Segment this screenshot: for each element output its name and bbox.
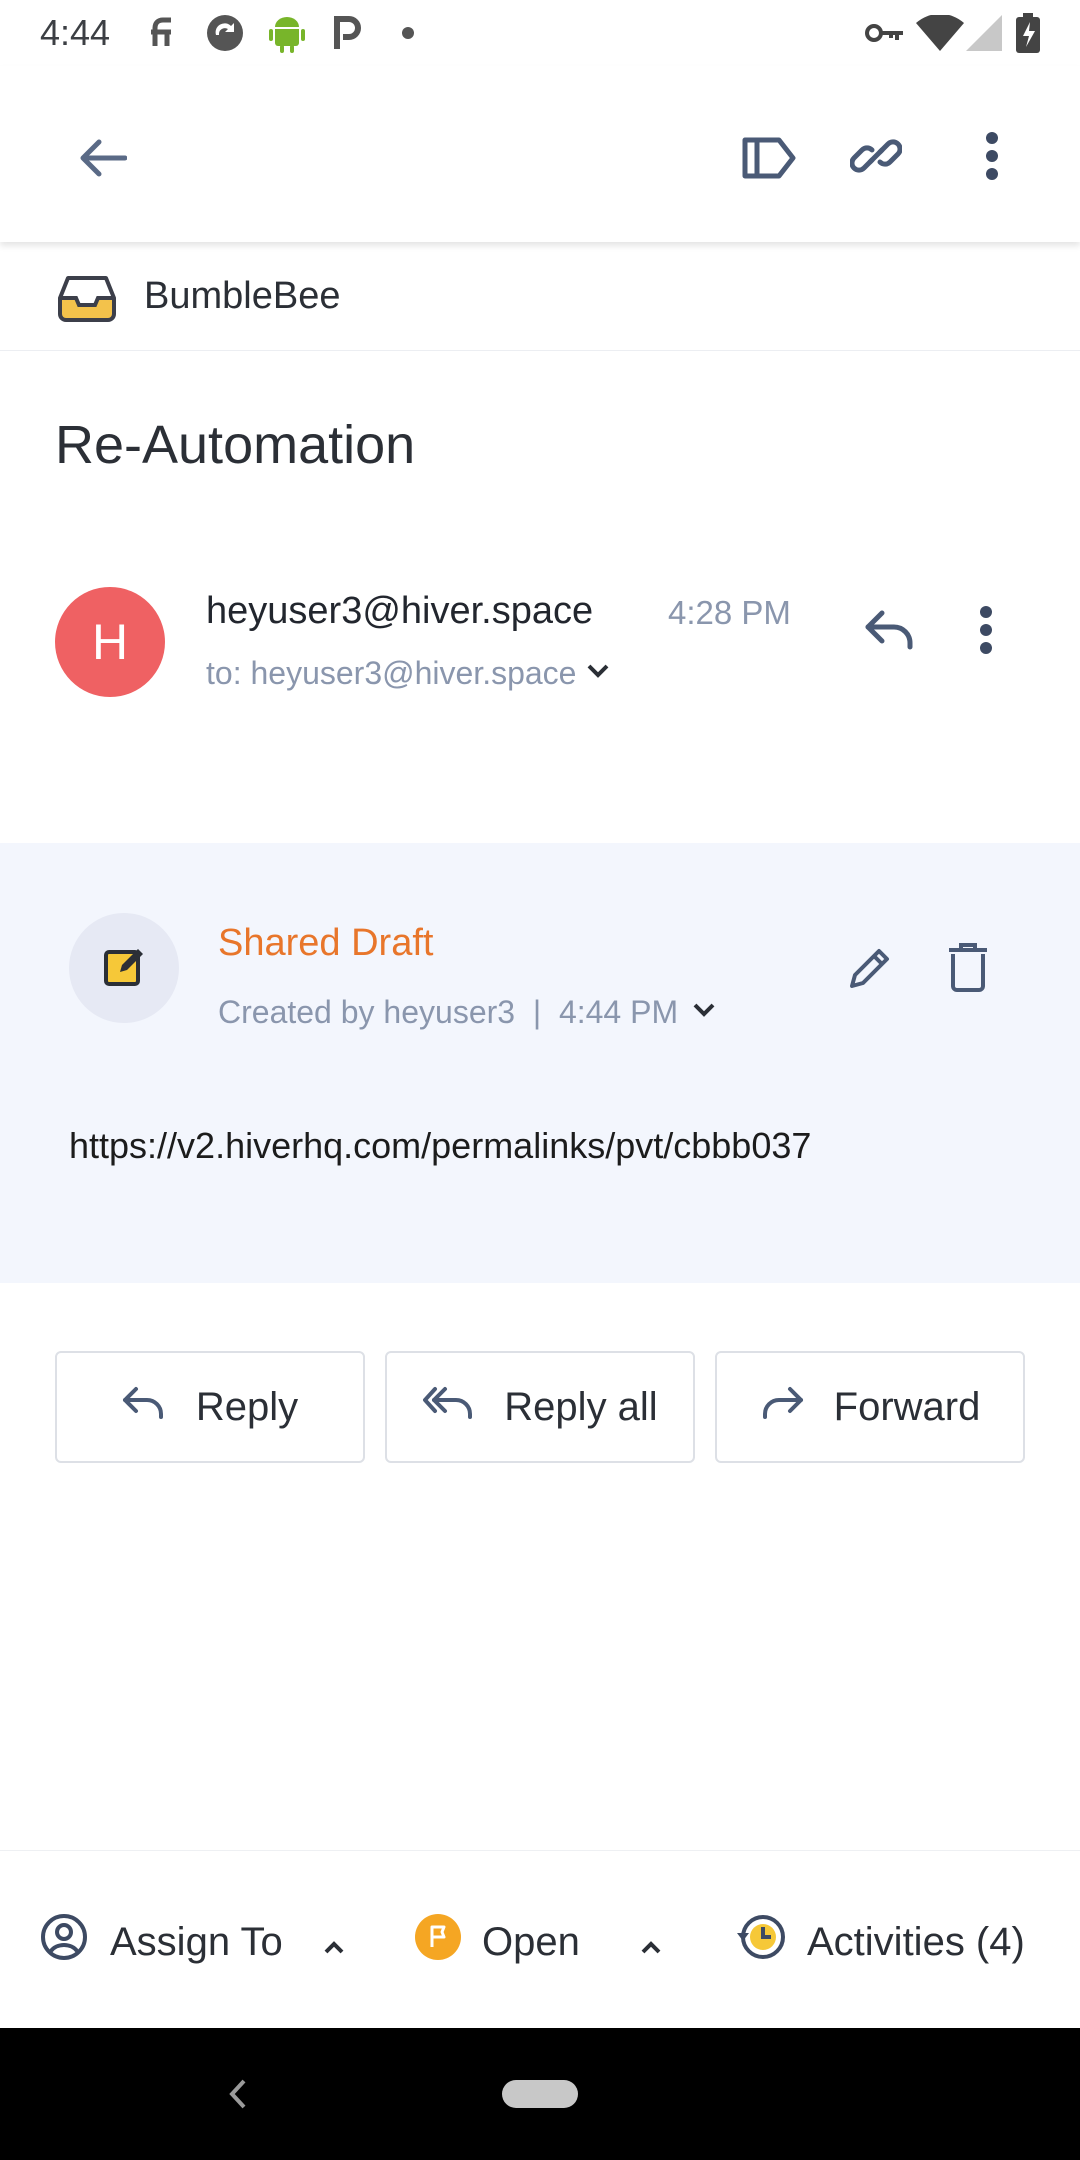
reply-icon	[122, 1385, 166, 1430]
chevron-down-icon	[692, 1002, 716, 1023]
reply-button[interactable]: Reply	[55, 1351, 365, 1463]
activity-clock-icon	[735, 1913, 787, 1971]
avatar-letter: H	[91, 614, 129, 670]
reply-label: Reply	[195, 1384, 299, 1429]
nav-back-icon[interactable]	[218, 2074, 258, 2114]
sync-app-icon	[203, 14, 247, 52]
user-circle-icon	[40, 1913, 88, 1971]
reply-all-label: Reply all	[504, 1384, 658, 1429]
reply-all-button[interactable]: Reply all	[385, 1351, 695, 1463]
activities-label: Activities (4)	[807, 1919, 1025, 1964]
shared-draft-panel	[0, 843, 1080, 1283]
draft-meta-toggle[interactable]: Created by heyuser3 | 4:44 PM	[218, 994, 716, 1031]
more-notifications-dot-icon	[398, 14, 418, 52]
inbox-name[interactable]: BumbleBee	[144, 275, 340, 318]
cellular-signal-icon	[964, 14, 1004, 52]
nav-home-pill[interactable]	[502, 2080, 578, 2108]
shared-draft-title: Shared Draft	[218, 922, 434, 964]
forward-icon	[760, 1385, 804, 1430]
assign-to-button[interactable]: Assign To	[40, 1910, 345, 1974]
edit-draft-icon[interactable]	[840, 938, 900, 998]
wifi-icon	[914, 14, 966, 52]
sender-avatar: H	[55, 587, 165, 697]
forward-label: Forward	[833, 1384, 981, 1429]
back-arrow-icon[interactable]	[66, 122, 138, 194]
vpn-key-icon	[864, 14, 906, 52]
top-app-bar	[0, 66, 1080, 242]
status-flag-icon	[414, 1913, 462, 1971]
p-app-icon	[330, 14, 366, 52]
permalink-icon[interactable]	[840, 118, 912, 194]
android-icon	[265, 14, 309, 53]
recipients-toggle[interactable]: to: heyuser3@hiver.space	[206, 655, 610, 692]
recipients-line: to: heyuser3@hiver.space	[206, 655, 577, 691]
message-time: 4:28 PM	[668, 594, 791, 631]
notification-f-icon	[146, 14, 186, 52]
forward-button[interactable]: Forward	[715, 1351, 1025, 1463]
draft-body-link[interactable]: https://v2.hiverhq.com/permalinks/pvt/cb…	[69, 1125, 811, 1167]
inbox-tray-icon	[56, 272, 118, 324]
status-time: 4:44	[40, 12, 111, 53]
chevron-down-icon	[586, 663, 610, 684]
status-bar: 4:44	[0, 0, 1080, 66]
assign-to-label: Assign To	[110, 1919, 283, 1964]
reply-all-icon	[422, 1385, 474, 1430]
shared-draft-icon-badge	[69, 913, 179, 1023]
status-label: Open	[482, 1919, 580, 1964]
email-subject: Re-Automation	[55, 415, 416, 475]
battery-charging-icon	[1014, 13, 1042, 53]
reply-icon[interactable]	[858, 598, 922, 662]
more-options-icon[interactable]	[962, 118, 1022, 194]
label-icon[interactable]	[733, 122, 805, 194]
activities-button[interactable]: Activities (4)	[735, 1910, 1025, 1974]
sender-email: heyuser3@hiver.space	[206, 590, 594, 632]
delete-draft-icon[interactable]	[940, 936, 996, 998]
edit-note-icon	[102, 944, 146, 993]
status-open-button[interactable]: Open	[414, 1910, 662, 1974]
chevron-up-icon	[323, 1920, 345, 1965]
message-more-icon[interactable]	[966, 598, 1006, 662]
draft-meta: Created by heyuser3 | 4:44 PM	[218, 994, 679, 1030]
chevron-up-icon	[640, 1920, 662, 1965]
